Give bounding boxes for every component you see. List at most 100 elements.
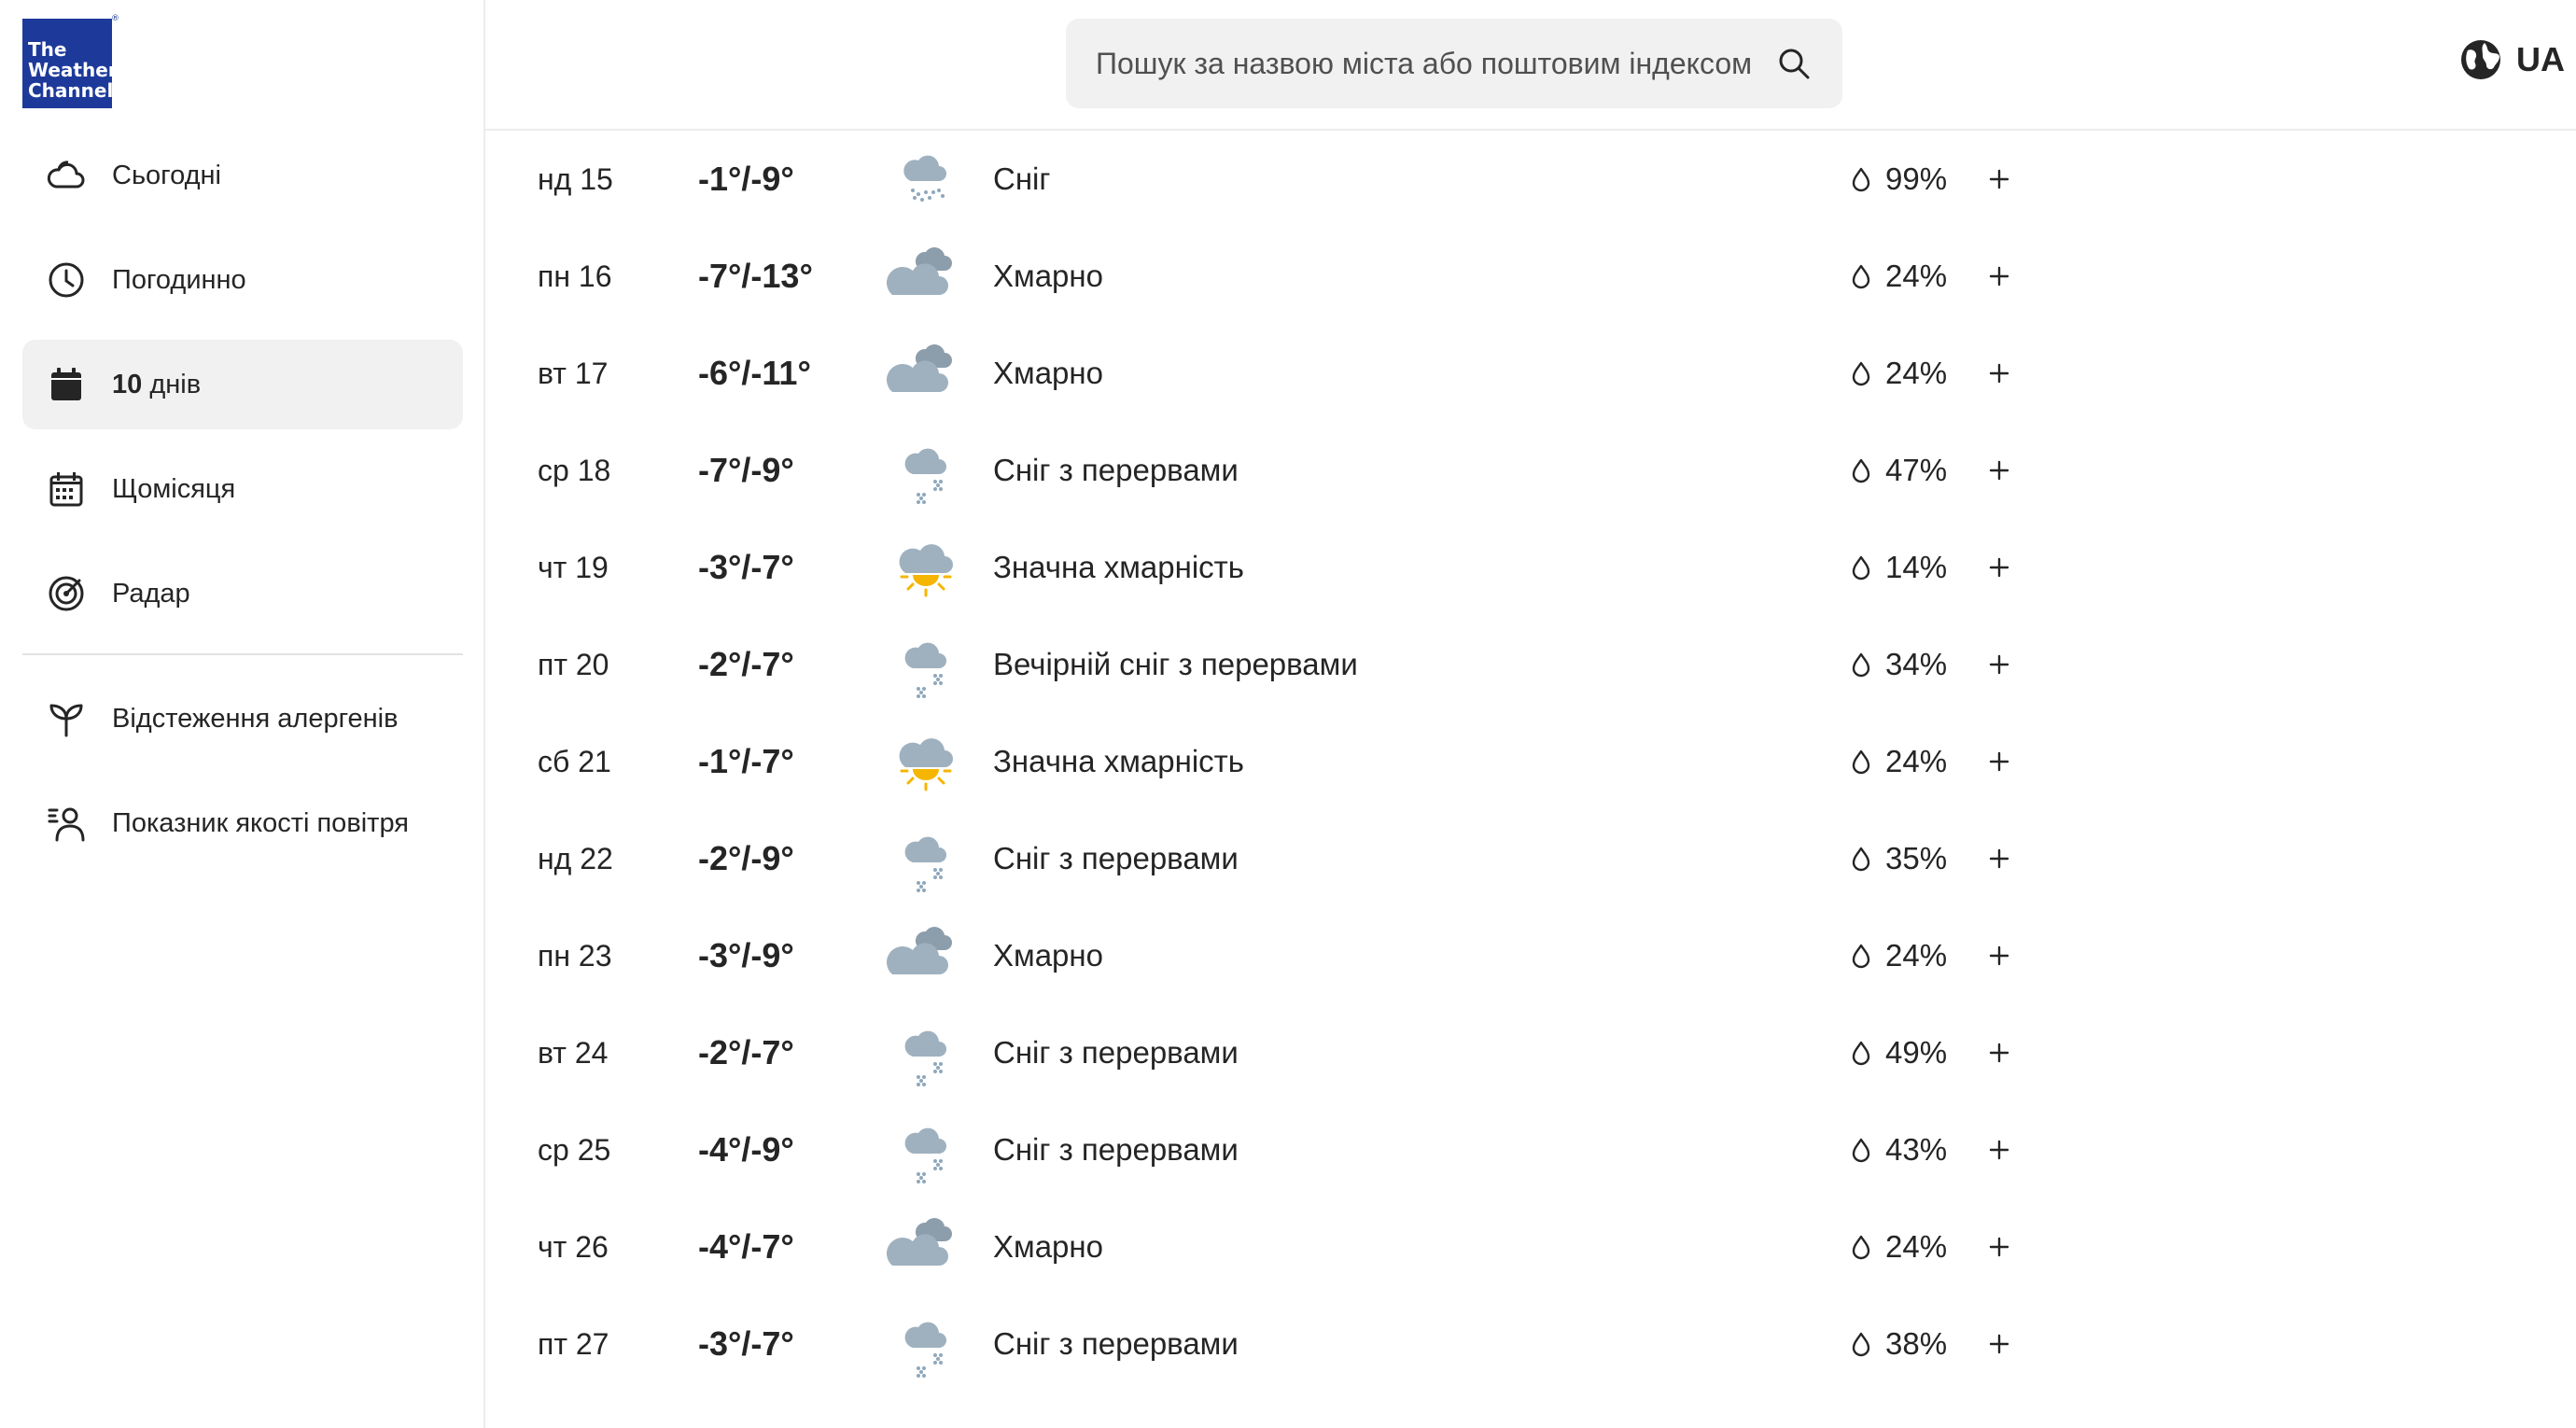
precipitation-value: 34%	[1885, 647, 1948, 681]
sidebar-item-label: 10 днів	[112, 370, 201, 400]
forecast-row[interactable]: вт 17 -6°/-11° Хмарно 24%	[485, 325, 2576, 422]
cloudy-weather-icon	[887, 927, 952, 974]
forecast-row[interactable]: пн 23 -3°/-9° Хмарно 24%	[485, 907, 2576, 1004]
precipitation-chance: 43%	[1850, 1101, 1947, 1198]
precipitation-chance: 34%	[1850, 616, 1947, 713]
forecast-row[interactable]: чт 19 -3°/-7° Значна хмарність 14%	[485, 519, 2576, 616]
expand-row-icon[interactable]	[1979, 935, 2020, 976]
raindrop-icon	[1852, 1332, 1870, 1357]
forecast-row[interactable]: чт 26 -4°/-7° Хмарно 24%	[485, 1198, 2576, 1295]
precipitation-chance: 38%	[1850, 1295, 1947, 1393]
sidebar-item-label: Погодинно	[112, 264, 246, 295]
precipitation-value: 47%	[1885, 453, 1948, 487]
precipitation-value: 99%	[1885, 161, 1948, 196]
sidebar-item-monthly[interactable]: Щомісяця	[22, 444, 463, 534]
forecast-row[interactable]: нд 15 -1°/-9° Сніг 99%	[485, 131, 2576, 228]
forecast-row[interactable]: сб 21 -1°/-7° Значна хмарність 24%	[485, 713, 2576, 810]
expand-row-icon[interactable]	[1979, 1129, 2020, 1170]
expand-row-icon[interactable]	[1979, 256, 2020, 297]
scattered-snow-weather-icon	[904, 448, 946, 504]
forecast-condition: Сніг	[993, 161, 1051, 196]
sidebar-item-today[interactable]: Сьогодні	[22, 131, 463, 220]
raindrop-icon	[1852, 847, 1870, 872]
precipitation-chance: 24%	[1850, 907, 1947, 1004]
raindrop-icon	[1852, 1138, 1870, 1163]
expand-row-icon[interactable]	[1979, 1323, 2020, 1365]
forecast-temperatures: -7°/-9°	[698, 451, 794, 489]
raindrop-icon	[1852, 652, 1870, 678]
sidebar-item-10-days[interactable]: 10 днів	[22, 340, 463, 429]
raindrop-icon	[1852, 458, 1870, 483]
precipitation-chance: 47%	[1850, 422, 1947, 519]
forecast-row[interactable]: вт 24 -2°/-7° Сніг з перервами 49%	[485, 1004, 2576, 1101]
raindrop-icon	[1852, 555, 1870, 581]
logo-line-3: Channel	[28, 79, 114, 102]
person-air-icon	[45, 802, 88, 845]
expand-row-icon[interactable]	[1979, 547, 2020, 588]
forecast-condition: Сніг з перервами	[993, 841, 1239, 875]
sidebar-item-hourly[interactable]: Погодинно	[22, 235, 463, 325]
raindrop-icon	[1852, 1041, 1870, 1066]
expand-row-icon[interactable]	[1979, 1226, 2020, 1267]
forecast-day: ср 25	[538, 1133, 611, 1167]
forecast-temperatures: -1°/-9°	[698, 160, 794, 198]
registered-mark: ®	[111, 14, 119, 23]
language-label: UA	[2516, 40, 2565, 78]
language-selector[interactable]: UA	[2458, 37, 2565, 82]
scattered-snow-weather-icon	[904, 1322, 946, 1378]
sidebar-item-air-quality[interactable]: Показник якості повітря	[22, 778, 463, 868]
raindrop-icon	[1852, 944, 1870, 969]
precipitation-value: 24%	[1885, 356, 1948, 390]
expand-row-icon[interactable]	[1979, 1032, 2020, 1073]
search-placeholder: Пошук за назвою міста або поштовим індек…	[1096, 46, 1753, 80]
forecast-temperatures: -4°/-7°	[698, 1227, 794, 1266]
precipitation-chance: 24%	[1850, 1198, 1947, 1295]
sidebar-item-label-bold: 10	[112, 369, 143, 399]
precipitation-value: 35%	[1885, 841, 1948, 875]
forecast-temperatures: -2°/-9°	[698, 839, 794, 877]
forecast-condition: Хмарно	[993, 1229, 1103, 1264]
forecast-temperatures: -3°/-7°	[698, 1324, 794, 1363]
forecast-row[interactable]: ср 18 -7°/-9° Сніг з перервами 47%	[485, 422, 2576, 519]
forecast-row[interactable]: пт 27 -3°/-7° Сніг з перервами 38%	[485, 1295, 2576, 1393]
ten-day-forecast-list: нд 15 -1°/-9° Сніг 99% пн 16 -7°/-13° Хм	[485, 131, 2576, 1393]
forecast-temperatures: -3°/-9°	[698, 936, 794, 974]
expand-row-icon[interactable]	[1979, 450, 2020, 491]
precipitation-chance: 49%	[1850, 1004, 1947, 1101]
forecast-temperatures: -2°/-7°	[698, 1033, 794, 1071]
sidebar-item-label: Радар	[112, 578, 190, 609]
scattered-snow-weather-icon	[904, 1127, 946, 1183]
search-input[interactable]: Пошук за назвою міста або поштовим індек…	[1066, 19, 1842, 108]
precipitation-chance: 14%	[1850, 519, 1947, 616]
forecast-row[interactable]: пн 16 -7°/-13° Хмарно 24%	[485, 228, 2576, 325]
precipitation-chance: 35%	[1850, 810, 1947, 907]
forecast-condition: Хмарно	[993, 259, 1103, 293]
expand-row-icon[interactable]	[1979, 741, 2020, 782]
sidebar-item-allergy-tracker[interactable]: Відстеження алергенів	[22, 674, 463, 763]
sidebar-item-label: Сьогодні	[112, 160, 221, 190]
search-icon[interactable]	[1775, 45, 1813, 82]
precipitation-value: 14%	[1885, 550, 1948, 584]
forecast-row[interactable]: нд 22 -2°/-9° Сніг з перервами 35%	[485, 810, 2576, 907]
precipitation-value: 24%	[1885, 744, 1948, 778]
mostly-cloudy-weather-icon	[899, 544, 953, 597]
cloud-icon	[45, 154, 88, 197]
forecast-temperatures: -4°/-9°	[698, 1130, 794, 1169]
forecast-row[interactable]: пт 20 -2°/-7° Вечірній сніг з перервами …	[485, 616, 2576, 713]
forecast-condition: Значна хмарність	[993, 744, 1244, 778]
forecast-condition: Сніг з перервами	[993, 453, 1239, 487]
forecast-row[interactable]: ср 25 -4°/-9° Сніг з перервами 43%	[485, 1101, 2576, 1198]
forecast-condition: Сніг з перервами	[993, 1326, 1239, 1361]
expand-row-icon[interactable]	[1979, 353, 2020, 394]
expand-row-icon[interactable]	[1979, 644, 2020, 685]
forecast-temperatures: -3°/-7°	[698, 548, 794, 586]
expand-row-icon[interactable]	[1979, 159, 2020, 200]
precipitation-value: 43%	[1885, 1132, 1948, 1167]
forecast-day: вт 17	[538, 357, 609, 390]
sidebar-item-radar[interactable]: Радар	[22, 549, 463, 638]
expand-row-icon[interactable]	[1979, 838, 2020, 879]
weather-channel-logo[interactable]: The Weather Channel ®	[22, 15, 119, 108]
precipitation-chance: 24%	[1850, 325, 1947, 422]
forecast-temperatures: -6°/-11°	[698, 354, 811, 392]
sidebar-item-label-rest: днів	[142, 369, 202, 399]
